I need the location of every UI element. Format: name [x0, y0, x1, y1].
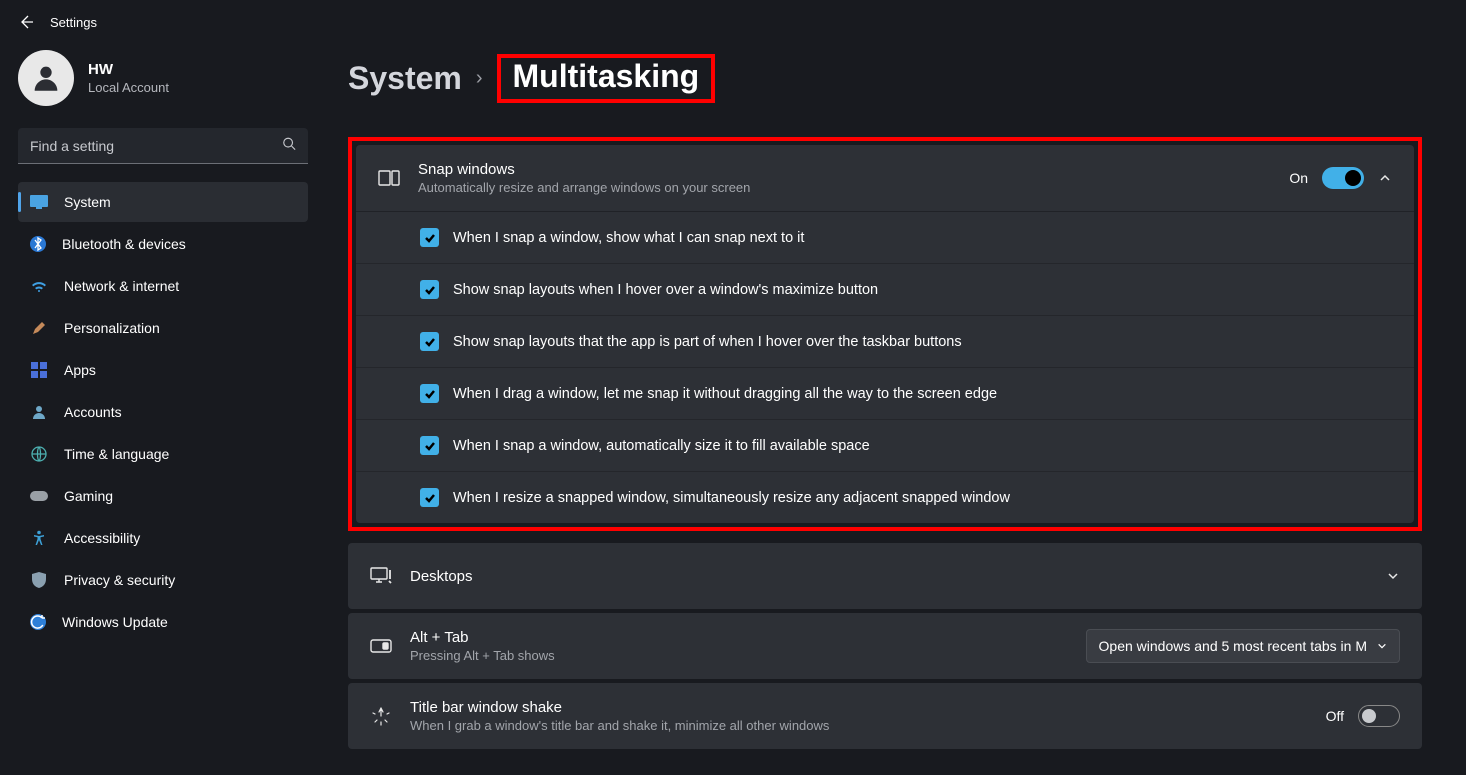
snap-option-label: When I drag a window, let me snap it wit… — [453, 386, 997, 402]
breadcrumb-parent[interactable]: System — [348, 60, 462, 97]
globe-icon — [30, 445, 48, 463]
alttab-dropdown-value: Open windows and 5 most recent tabs in M — [1099, 638, 1367, 654]
desktops-title: Desktops — [410, 568, 1368, 585]
snap-option-label: Show snap layouts when I hover over a wi… — [453, 282, 878, 298]
nav-list: System Bluetooth & devices Network & int… — [18, 182, 308, 642]
search-container — [18, 128, 308, 164]
user-account-type: Local Account — [88, 80, 169, 95]
nav-label: Time & language — [64, 446, 169, 462]
accessibility-icon — [30, 529, 48, 547]
checkbox[interactable] — [420, 280, 439, 299]
app-title: Settings — [50, 15, 97, 30]
desktops-icon — [370, 565, 392, 587]
nav-item-network[interactable]: Network & internet — [18, 266, 308, 306]
back-button[interactable] — [18, 14, 34, 30]
checkbox[interactable] — [420, 332, 439, 351]
chevron-right-icon: › — [476, 67, 483, 90]
snap-options-list: When I snap a window, show what I can sn… — [356, 211, 1414, 523]
shield-icon — [30, 571, 48, 589]
gamepad-icon — [30, 487, 48, 505]
refresh-icon — [30, 614, 46, 630]
nav-item-system[interactable]: System — [18, 182, 308, 222]
alttab-card: Alt + Tab Pressing Alt + Tab shows Open … — [348, 613, 1422, 679]
main-content: System › Multitasking Snap windows Autom… — [320, 40, 1466, 771]
snap-title: Snap windows — [418, 161, 1271, 178]
nav-label: Bluetooth & devices — [62, 236, 186, 252]
bluetooth-icon — [30, 236, 46, 252]
alttab-title: Alt + Tab — [410, 629, 1068, 646]
person-icon — [30, 403, 48, 421]
nav-label: Personalization — [64, 320, 160, 336]
avatar — [18, 50, 74, 106]
nav-label: Apps — [64, 362, 96, 378]
shake-title: Title bar window shake — [410, 699, 1308, 716]
snap-option-row: Show snap layouts that the app is part o… — [356, 315, 1414, 367]
snap-section-highlight: Snap windows Automatically resize and ar… — [348, 137, 1422, 531]
breadcrumb-current-highlight: Multitasking — [497, 54, 716, 103]
sidebar: HW Local Account System Bluetooth & devi… — [0, 40, 320, 771]
chevron-down-icon[interactable] — [1386, 569, 1400, 583]
desktops-card[interactable]: Desktops — [348, 543, 1422, 609]
alttab-dropdown[interactable]: Open windows and 5 most recent tabs in M — [1086, 629, 1400, 663]
shake-icon — [370, 705, 392, 727]
snap-option-row: When I drag a window, let me snap it wit… — [356, 367, 1414, 419]
brush-icon — [30, 319, 48, 337]
user-name: HW — [88, 61, 169, 78]
nav-item-personalization[interactable]: Personalization — [18, 308, 308, 348]
user-block[interactable]: HW Local Account — [18, 40, 308, 128]
snap-toggle[interactable] — [1322, 167, 1364, 189]
snap-option-label: When I resize a snapped window, simultan… — [453, 490, 1010, 506]
snap-subtitle: Automatically resize and arrange windows… — [418, 180, 1271, 195]
snap-option-row: When I resize a snapped window, simultan… — [356, 471, 1414, 523]
nav-label: Accounts — [64, 404, 122, 420]
nav-item-accounts[interactable]: Accounts — [18, 392, 308, 432]
nav-item-bluetooth[interactable]: Bluetooth & devices — [18, 224, 308, 264]
wifi-icon — [30, 277, 48, 295]
checkbox[interactable] — [420, 488, 439, 507]
nav-label: Gaming — [64, 488, 113, 504]
nav-label: Windows Update — [62, 614, 168, 630]
snap-option-label: When I snap a window, automatically size… — [453, 438, 870, 454]
nav-label: System — [64, 194, 111, 210]
alttab-icon — [370, 635, 392, 657]
nav-label: Privacy & security — [64, 572, 175, 588]
breadcrumb: System › Multitasking — [348, 54, 1422, 103]
snap-windows-icon — [378, 167, 400, 189]
shake-subtitle: When I grab a window's title bar and sha… — [410, 718, 1308, 733]
snap-option-label: Show snap layouts that the app is part o… — [453, 334, 962, 350]
snap-option-label: When I snap a window, show what I can sn… — [453, 230, 804, 246]
alttab-subtitle: Pressing Alt + Tab shows — [410, 648, 1068, 663]
nav-item-update[interactable]: Windows Update — [18, 602, 308, 642]
shake-toggle[interactable] — [1358, 705, 1400, 727]
nav-item-accessibility[interactable]: Accessibility — [18, 518, 308, 558]
search-input[interactable] — [18, 128, 308, 164]
shake-card: Title bar window shake When I grab a win… — [348, 683, 1422, 749]
nav-item-privacy[interactable]: Privacy & security — [18, 560, 308, 600]
snap-toggle-state: On — [1289, 170, 1308, 186]
snap-option-row: When I snap a window, show what I can sn… — [356, 212, 1414, 263]
chevron-up-icon[interactable] — [1378, 171, 1392, 185]
chevron-down-icon — [1377, 638, 1387, 654]
nav-label: Network & internet — [64, 278, 179, 294]
shake-toggle-state: Off — [1326, 708, 1344, 724]
checkbox[interactable] — [420, 384, 439, 403]
snap-card: Snap windows Automatically resize and ar… — [356, 145, 1414, 523]
checkbox[interactable] — [420, 228, 439, 247]
snap-option-row: When I snap a window, automatically size… — [356, 419, 1414, 471]
checkbox[interactable] — [420, 436, 439, 455]
nav-label: Accessibility — [64, 530, 140, 546]
breadcrumb-current: Multitasking — [513, 58, 700, 94]
snap-option-row: Show snap layouts when I hover over a wi… — [356, 263, 1414, 315]
nav-item-gaming[interactable]: Gaming — [18, 476, 308, 516]
snap-header-row[interactable]: Snap windows Automatically resize and ar… — [356, 145, 1414, 211]
nav-item-time[interactable]: Time & language — [18, 434, 308, 474]
nav-item-apps[interactable]: Apps — [18, 350, 308, 390]
apps-icon — [30, 361, 48, 379]
system-icon — [30, 193, 48, 211]
